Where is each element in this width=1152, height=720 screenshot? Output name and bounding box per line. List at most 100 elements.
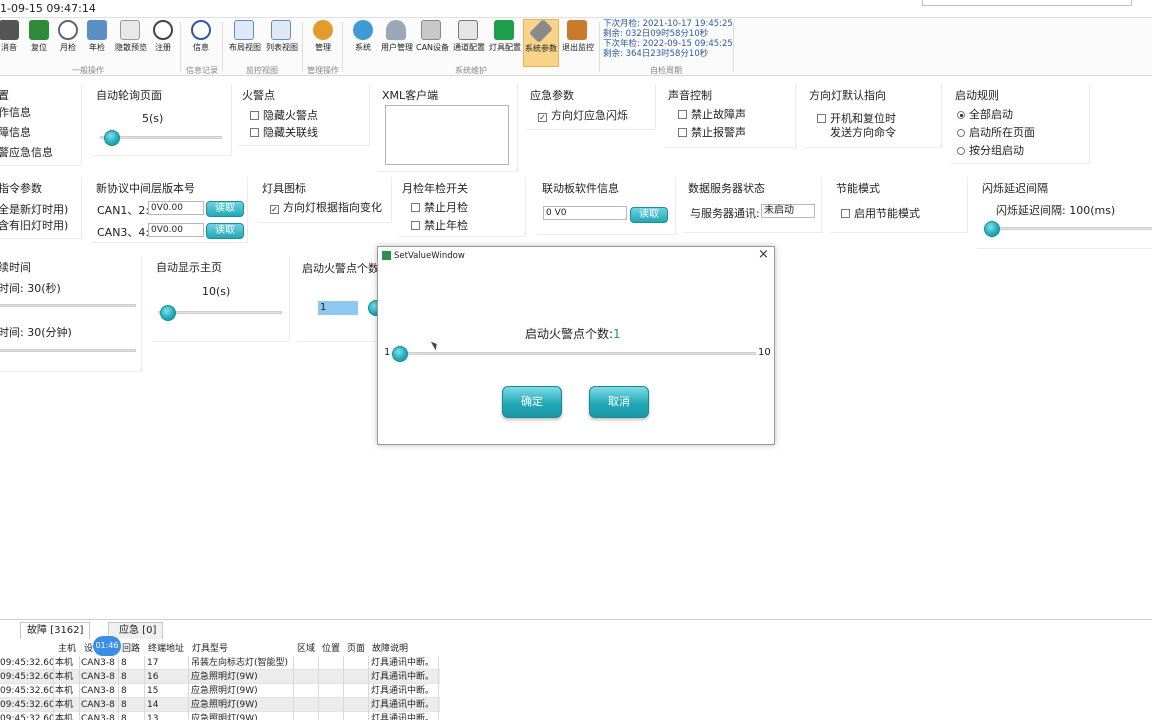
start-page-radio[interactable]: 启动所在页面	[957, 124, 1035, 140]
disable-yearly-check-checkbox[interactable]: 禁止年检	[411, 217, 468, 233]
event-log-area: 故障 [3162] 应急 [0] 主机 设 回路 终端地址 灯具型号 区域 位置…	[0, 619, 1152, 720]
option[interactable]: 障信息	[0, 124, 31, 140]
icon-follow-direction-checkbox[interactable]: ✓ 方向灯根据指向变化	[270, 199, 382, 215]
auto-home-slider[interactable]	[158, 311, 282, 314]
col-header[interactable]: 回路	[122, 642, 140, 656]
monthly-check-button[interactable]: 月检	[53, 20, 83, 53]
option[interactable]: 全是新灯时用)	[0, 201, 68, 217]
read-board-button[interactable]: 读取	[630, 207, 668, 223]
timer-badge: 01:46	[93, 636, 121, 656]
disable-alarm-sound-checkbox[interactable]: 禁止报警声	[678, 124, 746, 140]
lamp-icon-panel: 灯具图标 ✓ 方向灯根据指向变化	[258, 177, 392, 223]
window-title: 1-09-15 09:47:14	[0, 2, 96, 15]
info-button[interactable]: 信息	[186, 20, 216, 53]
col-header[interactable]: 位置	[322, 642, 340, 656]
system-params-button[interactable]: 系统参数	[523, 18, 559, 67]
table-row[interactable]: 09:45:32.601本机CAN3-8813应急照明灯(9W)灯具通讯中断。	[0, 712, 440, 720]
checkbox-box[interactable]	[678, 110, 687, 119]
checkbox-box[interactable]	[250, 111, 259, 120]
col-header[interactable]: 页面	[347, 642, 365, 656]
radio-dot[interactable]	[957, 111, 965, 119]
slider-thumb[interactable]	[104, 130, 120, 146]
register-button[interactable]: 注册	[148, 20, 178, 53]
disable-monthly-check-checkbox[interactable]: 禁止月检	[411, 199, 468, 215]
group-label: 自检周期	[650, 66, 682, 75]
lamp-config-button[interactable]: 灯具配置	[489, 20, 521, 53]
fire-count-value[interactable]: 1	[318, 301, 358, 315]
slider-thumb[interactable]	[392, 346, 408, 362]
alarm-clock-icon	[87, 20, 107, 40]
table-row[interactable]: 09:45:32.601本机CAN3-8815应急照明灯(9W)灯具通讯中断。	[0, 684, 440, 698]
radio-dot[interactable]	[957, 147, 965, 155]
protocol-version-panel: 新协议中间层版本号 CAN1、2: 0V0.00 读取 CAN3、4: 0V0.…	[92, 177, 248, 243]
flash-delay-slider[interactable]	[986, 227, 1152, 230]
board-version-input[interactable]: 0 V0	[543, 206, 627, 220]
table-row[interactable]: 09:45:32.601本机CAN3-8817吊装左向标志灯(智能型)灯具通讯中…	[0, 656, 440, 670]
mute-button[interactable]: 消音	[0, 20, 24, 53]
list-view-button[interactable]: 列表视图	[266, 20, 298, 53]
system-button[interactable]: 系统	[348, 20, 378, 53]
confirm-button[interactable]: 确定	[502, 386, 562, 418]
radio-dot[interactable]	[957, 129, 965, 137]
checkbox-box[interactable]: ✓	[538, 113, 547, 122]
start-all-radio[interactable]: 全部启动	[957, 106, 1013, 122]
auto-poll-panel: 自动轮询页面 5(s)	[92, 84, 232, 156]
checkbox-box[interactable]	[250, 128, 259, 137]
tab-fault[interactable]: 故障 [3162]	[20, 622, 91, 639]
preview-button[interactable]: 隐散预览	[115, 20, 147, 53]
manage-button[interactable]: 管理	[308, 20, 338, 53]
slider-thumb[interactable]	[984, 221, 1000, 237]
close-icon[interactable]: ×	[758, 247, 769, 262]
col-header[interactable]: 主机	[58, 642, 76, 656]
read-can34-button[interactable]: 读取	[206, 223, 244, 239]
layout-view-button[interactable]: 布局视图	[229, 20, 261, 53]
hide-link-line-checkbox[interactable]: 隐藏关联线	[250, 124, 318, 140]
checkbox-box[interactable]	[678, 128, 687, 137]
value-slider[interactable]	[394, 352, 756, 355]
group-label: 信息记录	[186, 66, 218, 75]
duration-panel: 续时间 时间: 30(秒) 时间: 30(分钟)	[0, 256, 142, 372]
emergency-flash-checkbox[interactable]: ✓ 方向灯应急闪烁	[538, 107, 628, 123]
cancel-button[interactable]: 取消	[589, 386, 649, 418]
channel-config-button[interactable]: 通道配置	[453, 20, 485, 53]
option[interactable]: 含有旧灯时用)	[0, 217, 68, 233]
checkbox-box[interactable]	[411, 221, 420, 230]
enable-energy-mode-checkbox[interactable]: 启用节能模式	[841, 205, 920, 221]
tab-emergency[interactable]: 应急 [0]	[108, 622, 164, 639]
table-row[interactable]: 09:45:32.601本机CAN3-8814应急照明灯(9W)灯具通讯中断。	[0, 698, 440, 712]
duration-seconds-value: 时间: 30(秒)	[0, 282, 61, 295]
col-header[interactable]: 故障说明	[372, 642, 408, 656]
search-box[interactable]	[922, 0, 1132, 6]
group-label: 系统维护	[455, 66, 487, 75]
start-group-radio[interactable]: 按分组启动	[957, 142, 1024, 158]
checkbox-box[interactable]	[817, 114, 826, 123]
col-header[interactable]: 设	[84, 642, 93, 656]
set-value-dialog: SetValueWindow × 启动火警点个数:1 1 10 确定 取消	[377, 246, 775, 445]
speaker-mute-icon	[0, 20, 19, 40]
col-header[interactable]: 灯具型号	[192, 642, 228, 656]
yearly-check-button[interactable]: 年检	[82, 20, 112, 53]
disable-fault-sound-checkbox[interactable]: 禁止故障声	[678, 106, 746, 122]
col-header[interactable]: 终端地址	[148, 642, 184, 656]
can12-version-input[interactable]: 0V0.00	[148, 201, 204, 215]
reset-button[interactable]: 复位	[24, 20, 54, 53]
option[interactable]: 作信息	[0, 104, 31, 120]
col-header[interactable]: 区域	[297, 642, 315, 656]
duration-seconds-slider[interactable]	[0, 304, 136, 307]
duration-minutes-slider[interactable]	[0, 349, 136, 352]
table-row[interactable]: 09:45:32.601本机CAN3-8816应急照明灯(9W)灯具通讯中断。	[0, 670, 440, 684]
option[interactable]: 警应急信息	[0, 144, 53, 160]
group-separator	[302, 22, 303, 72]
can34-version-input[interactable]: 0V0.00	[148, 223, 204, 237]
checkbox-box[interactable]	[841, 209, 850, 218]
exit-door-icon	[567, 20, 587, 40]
can-device-button[interactable]: CAN设备	[416, 20, 449, 53]
read-can12-button[interactable]: 读取	[206, 201, 244, 217]
slider-thumb[interactable]	[160, 305, 176, 321]
xml-client-textbox[interactable]	[385, 105, 509, 165]
checkbox-box[interactable]: ✓	[270, 205, 279, 214]
exit-monitor-button[interactable]: 退出监控	[562, 20, 594, 53]
hide-fire-point-checkbox[interactable]: 隐藏火警点	[250, 107, 318, 123]
user-manage-button[interactable]: 用户管理	[381, 20, 413, 53]
checkbox-box[interactable]	[411, 203, 420, 212]
